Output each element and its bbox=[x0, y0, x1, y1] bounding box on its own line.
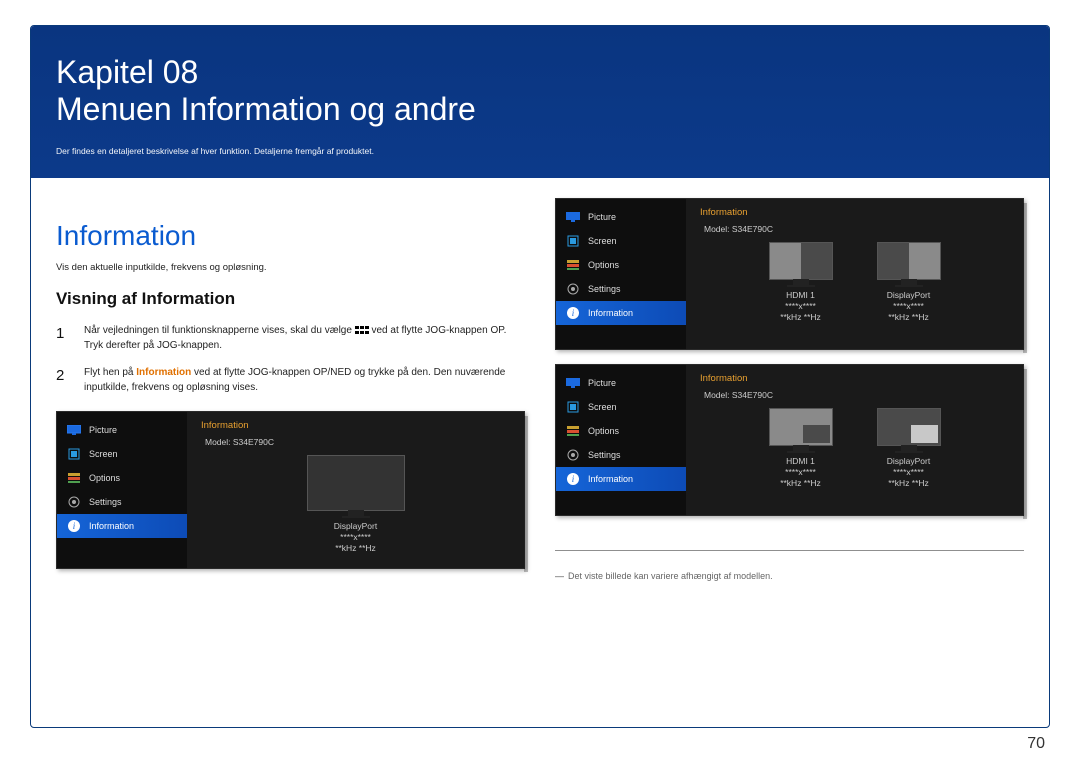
step-2-highlight: Information bbox=[136, 367, 191, 378]
osd-menu-screen[interactable]: Screen bbox=[556, 395, 686, 419]
monitor-preview-single bbox=[307, 455, 405, 511]
osd-menu-settings[interactable]: Settings bbox=[556, 443, 686, 467]
osd-menu-options[interactable]: Options bbox=[556, 419, 686, 443]
monitor-icon bbox=[566, 211, 580, 223]
osd-panel-single: Picture Screen Options Settings iInforma… bbox=[56, 411, 525, 569]
monitor-preview-pip-main bbox=[769, 408, 833, 446]
step-2-text: Flyt hen på Information ved at flytte JO… bbox=[84, 365, 525, 395]
info-icon: i bbox=[566, 473, 580, 485]
osd-menu-settings[interactable]: Settings bbox=[57, 490, 187, 514]
step-1-number: 1 bbox=[56, 323, 72, 353]
osd-menu-information[interactable]: iInformation bbox=[556, 467, 686, 491]
chapter-title: Menuen Information og andre bbox=[56, 91, 476, 127]
subsection-heading: Visning af Information bbox=[56, 289, 525, 309]
osd-menu-picture[interactable]: Picture bbox=[57, 418, 187, 442]
page-number: 70 bbox=[1027, 735, 1045, 753]
osd-menu-screen[interactable]: Screen bbox=[57, 442, 187, 466]
section-heading-information: Information bbox=[56, 220, 525, 252]
thumb-label-dp: DisplayPort ****x**** **kHz **Hz bbox=[334, 521, 377, 554]
osd-menu-picture[interactable]: Picture bbox=[556, 205, 686, 229]
osd-menu-information[interactable]: iInformation bbox=[57, 514, 187, 538]
osd-menu-settings[interactable]: Settings bbox=[556, 277, 686, 301]
step-2-number: 2 bbox=[56, 365, 72, 395]
osd-panel-pip: Picture Screen Options Settings iInforma… bbox=[555, 364, 1024, 516]
osd-menu-information[interactable]: iInformation bbox=[556, 301, 686, 325]
thumb-label-hdmi: HDMI 1****x******kHz **Hz bbox=[780, 456, 821, 489]
gear-icon bbox=[566, 283, 580, 295]
osd-menu-picture[interactable]: Picture bbox=[556, 371, 686, 395]
thumb-label-dp: DisplayPort****x******kHz **Hz bbox=[887, 456, 930, 489]
screen-icon bbox=[566, 401, 580, 413]
chapter-heading: Kapitel 08 Menuen Information og andre bbox=[56, 54, 1024, 128]
osd-menu-options[interactable]: Options bbox=[57, 466, 187, 490]
chapter-label: Kapitel 08 bbox=[56, 54, 198, 90]
options-icon bbox=[67, 472, 81, 484]
osd-menu: Picture Screen Options Settings iInforma… bbox=[556, 199, 686, 349]
gear-icon bbox=[67, 496, 81, 508]
footnote: ―Det viste billede kan variere afhængigt… bbox=[555, 571, 1024, 581]
monitor-preview-pip-sub bbox=[877, 408, 941, 446]
osd-model-text: Model: S34E790C bbox=[700, 224, 1009, 234]
osd-menu-options[interactable]: Options bbox=[556, 253, 686, 277]
dash-icon: ― bbox=[555, 571, 564, 581]
monitor-icon bbox=[67, 424, 81, 436]
monitor-preview-pbp-right bbox=[877, 242, 941, 280]
osd-panel-pbp: Picture Screen Options Settings iInforma… bbox=[555, 198, 1024, 350]
osd-panel-title: Information bbox=[700, 207, 1009, 218]
hero-subtext: Der findes en detaljeret beskrivelse af … bbox=[56, 146, 1024, 156]
osd-menu: Picture Screen Options Settings iInforma… bbox=[556, 365, 686, 515]
osd-model-text: Model: S34E790C bbox=[201, 437, 510, 447]
monitor-preview-pbp-left bbox=[769, 242, 833, 280]
osd-menu: Picture Screen Options Settings iInforma… bbox=[57, 412, 187, 568]
thumb-label-hdmi: HDMI 1****x******kHz **Hz bbox=[780, 290, 821, 323]
osd-panel-title: Information bbox=[201, 420, 510, 431]
screen-icon bbox=[566, 235, 580, 247]
step-2: 2 Flyt hen på Information ved at flytte … bbox=[56, 365, 525, 395]
intro-text: Vis den aktuelle inputkilde, frekvens og… bbox=[56, 262, 525, 273]
osd-panel-title: Information bbox=[700, 373, 1009, 384]
osd-menu-screen[interactable]: Screen bbox=[556, 229, 686, 253]
thumb-label-dp: DisplayPort****x******kHz **Hz bbox=[887, 290, 930, 323]
monitor-icon bbox=[566, 377, 580, 389]
gear-icon bbox=[566, 449, 580, 461]
step-1-text: Når vejledningen til funktionsknapperne … bbox=[84, 323, 525, 353]
screen-icon bbox=[67, 448, 81, 460]
footnote-divider bbox=[555, 550, 1024, 551]
info-icon: i bbox=[67, 520, 81, 532]
osd-model-text: Model: S34E790C bbox=[700, 390, 1009, 400]
info-icon: i bbox=[566, 307, 580, 319]
menu-grid-icon bbox=[355, 326, 369, 334]
options-icon bbox=[566, 259, 580, 271]
step-1: 1 Når vejledningen til funktionsknappern… bbox=[56, 323, 525, 353]
options-icon bbox=[566, 425, 580, 437]
